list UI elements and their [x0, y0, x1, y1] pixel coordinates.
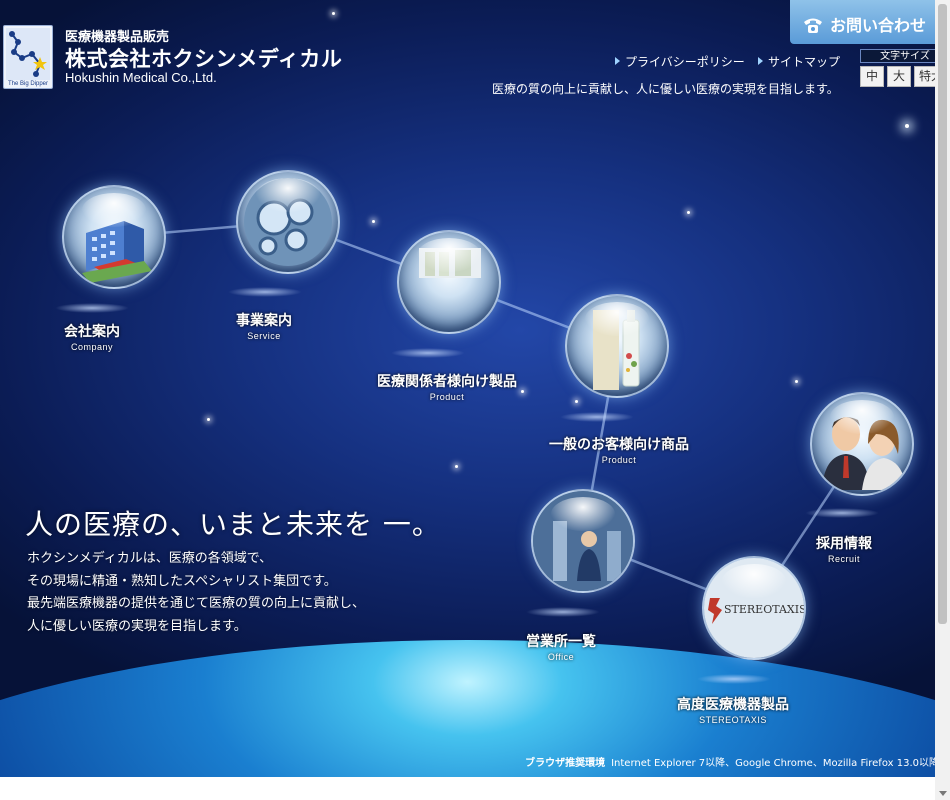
nav-orb-consumer-product[interactable]: [565, 294, 669, 398]
hero-body: ホクシンメディカルは、医療の各領域で、 その現場に精通・熟知したスペシャリスト集…: [27, 551, 366, 634]
orb-shadow: [55, 303, 129, 313]
nav-label-medical-product[interactable]: 医療関係者様向け製品 Product: [332, 371, 562, 402]
orb-shadow: [228, 287, 302, 297]
nav-orb-company[interactable]: [62, 185, 166, 289]
nav-label-service[interactable]: 事業案内 Service: [212, 310, 316, 341]
nav-orb-stereotaxis[interactable]: STEREOTAXIS: [702, 556, 806, 660]
slogan: 医療の質の向上に貢献し、人に優しい医療の実現を目指します。: [492, 82, 839, 96]
star: [687, 211, 690, 214]
phone-icon: [804, 18, 822, 33]
star: [795, 380, 798, 383]
contact-label: お問い合わせ: [830, 16, 927, 35]
orb-shadow: [697, 674, 771, 684]
scrollbar[interactable]: [935, 0, 950, 800]
logo-caption: The Big Dipper: [7, 81, 49, 87]
company-name-jp[interactable]: 株式会社ホクシンメディカル: [65, 43, 342, 73]
sitemap-link[interactable]: サイトマップ: [758, 53, 840, 70]
nav-orb-recruit[interactable]: [810, 392, 914, 496]
star: [455, 465, 458, 468]
star: [372, 220, 375, 223]
orb-shadow: [805, 508, 879, 518]
nav-label-stereotaxis[interactable]: 高度医療機器製品 STEREOTAXIS: [643, 694, 823, 725]
star: [905, 124, 909, 128]
scroll-down-arrow-icon[interactable]: [939, 791, 947, 796]
nav-orb-office[interactable]: [531, 489, 635, 593]
nav-orb-medical-product[interactable]: [397, 230, 501, 334]
star: [575, 400, 578, 403]
font-size-large-button[interactable]: 大: [887, 66, 911, 87]
hero-headline: 人の医療の、いまと未来を 一。: [25, 508, 441, 541]
nav-label-company[interactable]: 会社案内 Company: [40, 321, 144, 352]
browser-requirements: ブラウザ推奨環境 Internet Explorer 7以降、Google Chr…: [525, 758, 939, 769]
privacy-policy-link[interactable]: プライバシーポリシー: [615, 53, 745, 70]
triangle-right-icon: [615, 57, 620, 65]
company-name-en: Hokushin Medical Co.,Ltd.: [65, 70, 217, 85]
star: [332, 12, 335, 15]
nav-label-consumer-product[interactable]: 一般のお客様向け商品 Product: [504, 434, 734, 465]
contact-button[interactable]: お問い合わせ: [790, 0, 950, 44]
scrollbar-thumb[interactable]: [938, 4, 947, 624]
logo[interactable]: The Big Dipper: [3, 25, 53, 89]
nav-label-recruit[interactable]: 採用情報 Recruit: [792, 533, 896, 564]
orb-shadow: [526, 607, 600, 617]
triangle-right-icon: [758, 57, 763, 65]
orb-shadow: [560, 412, 634, 422]
star: [207, 418, 210, 421]
big-dipper-logo-icon: [6, 28, 50, 80]
orb-shadow: [391, 348, 465, 358]
stereotaxis-logo-text: STEREOTAXIS: [724, 603, 804, 616]
font-size-medium-button[interactable]: 中: [860, 66, 884, 87]
nav-label-office[interactable]: 営業所一覧 Office: [509, 631, 613, 662]
nav-orb-service[interactable]: [236, 170, 340, 274]
